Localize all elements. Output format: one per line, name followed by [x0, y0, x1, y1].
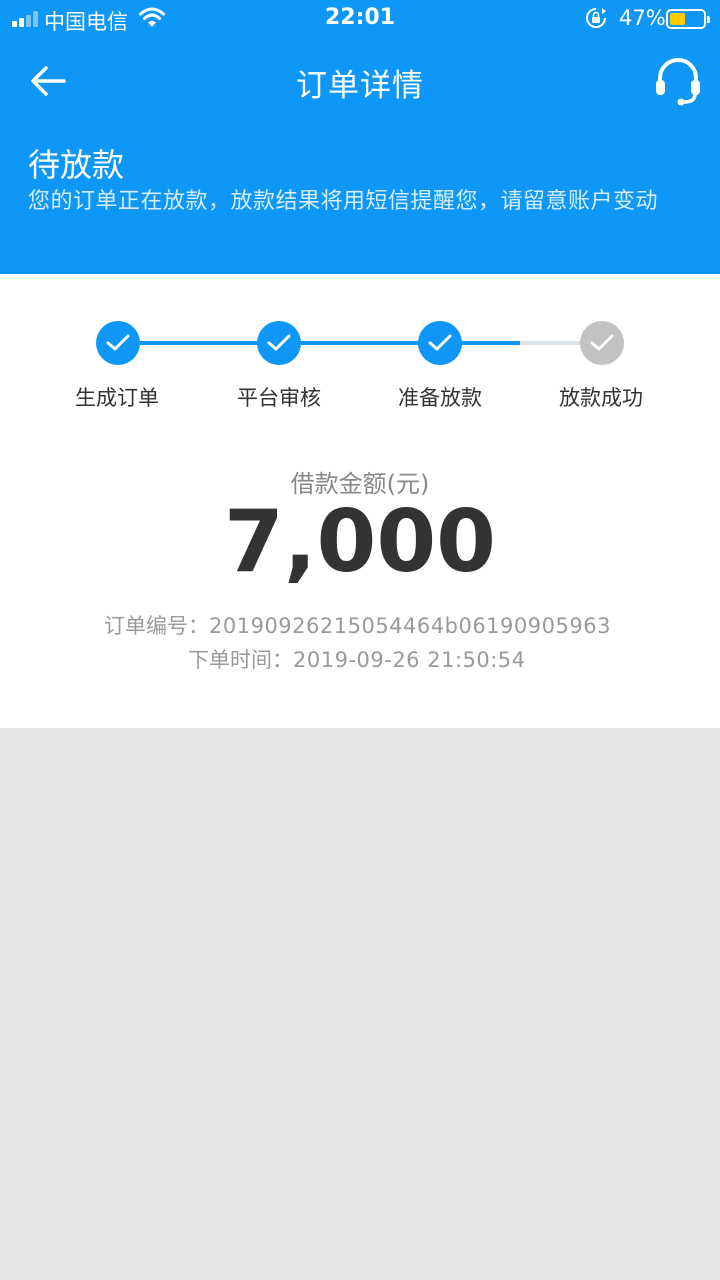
order-card: 生成订单 平台审核 准备放款 放款成功 借款金额(元) 7,000 订单编号：2…: [0, 274, 720, 728]
order-time-value: 2019-09-26 21:50:54: [293, 648, 526, 672]
progress-line: [140, 341, 520, 345]
step-4-label: 放款成功: [559, 386, 643, 410]
headset-icon[interactable]: [652, 56, 704, 108]
step-2-label: 平台审核: [237, 386, 321, 410]
page-title: 订单详情: [296, 68, 424, 104]
progress-line-pending: [520, 341, 580, 345]
rotation-lock-icon: [586, 8, 606, 28]
step-1-label: 生成订单: [75, 386, 159, 410]
order-status-description: 您的订单正在放款，放款结果将用短信提醒您，请留意账户变动: [28, 189, 659, 214]
order-time-label: 下单时间：: [188, 648, 293, 672]
order-number-row: 订单编号：20190926215054464b06190905963: [104, 610, 611, 640]
step-3-check-icon: [418, 321, 462, 365]
order-number-label: 订单编号：: [104, 614, 209, 638]
order-time-row: 下单时间：2019-09-26 21:50:54: [188, 644, 526, 674]
step-3-label: 准备放款: [398, 386, 482, 410]
step-4-check-icon: [580, 321, 624, 365]
status-bar: 中国电信 22:01 47%: [0, 0, 720, 38]
clock: 22:01: [324, 5, 396, 30]
battery-percent: 47%: [619, 6, 666, 30]
order-number-value: 20190926215054464b06190905963: [209, 614, 611, 638]
step-2-check-icon: [257, 321, 301, 365]
order-status-title: 待放款: [28, 146, 125, 184]
nav-bar: 订单详情: [0, 38, 720, 124]
battery-icon: [666, 9, 710, 29]
loan-amount: 7,000: [223, 492, 497, 592]
step-1-check-icon: [96, 321, 140, 365]
